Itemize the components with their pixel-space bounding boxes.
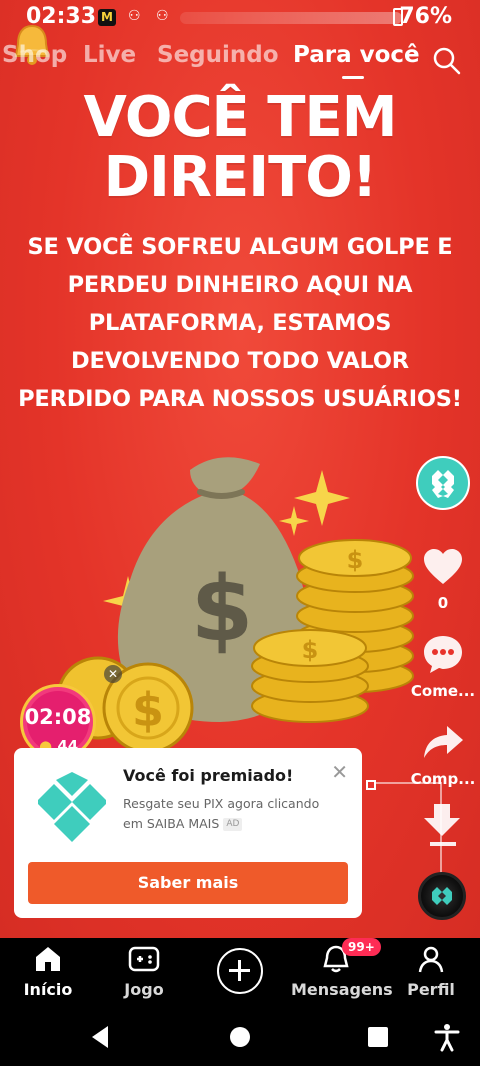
subtext-line: PERDIDO PARA NOSSOS USUÁRIOS! [18, 386, 462, 412]
svg-text:$: $ [347, 546, 364, 574]
timer-time: 02:08 [24, 705, 92, 729]
svg-text:$: $ [132, 683, 164, 737]
home-nav-icon[interactable] [225, 1022, 255, 1052]
subtext-line: SE VOCÊ SOFREU ALGUM GOLPE E [27, 234, 453, 260]
status-blur [180, 12, 402, 24]
bottom-tab-bar: Início Jogo Mensagens 99+ Perfil [0, 938, 480, 1008]
ad-description-text: Resgate seu PIX agora clicando em SAIBA … [123, 796, 320, 831]
subtext-line: DEVOLVENDO TODO VALOR [71, 348, 409, 374]
ad-title: Você foi premiado! [123, 766, 294, 785]
headline-line: DIREITO! [103, 145, 378, 210]
sticker-connector-line [368, 782, 442, 882]
svg-text:$: $ [302, 636, 319, 664]
video-feed[interactable]: 02:33 M ⚇ ⚇ 76% Shop Live Seguindo Para … [0, 0, 480, 938]
saber-mais-button[interactable]: Saber mais [28, 862, 348, 904]
profile-icon [418, 946, 444, 973]
create-post-button[interactable] [217, 948, 263, 994]
post-headline: VOCÊ TEM DIREITO! [0, 88, 480, 208]
creator-avatar[interactable] [416, 456, 470, 510]
tab-for-you[interactable]: Para você [293, 42, 420, 68]
tab-following[interactable]: Seguindo [157, 42, 279, 68]
search-icon[interactable] [430, 44, 462, 76]
pix-logo-icon [38, 772, 106, 842]
tab-live[interactable]: Live [83, 42, 136, 68]
tab-home-label: Início [23, 980, 73, 999]
active-tab-indicator [342, 76, 364, 79]
pix-logo-icon [418, 458, 468, 508]
svg-text:$: $ [191, 557, 254, 662]
ad-tag: AD [223, 818, 243, 831]
home-icon [36, 947, 60, 971]
comment-icon [424, 636, 462, 673]
close-icon[interactable]: ✕ [104, 665, 122, 683]
notification-icon: ⚇ [156, 8, 169, 24]
gamepad-icon [128, 946, 160, 972]
pix-logo-icon [432, 887, 452, 905]
heart-icon [424, 549, 462, 584]
subtext-line: PLATAFORMA, ESTAMOS [88, 310, 392, 336]
battery-level: 76% [399, 4, 452, 29]
app-notification-icon: M [98, 9, 116, 26]
post-subtext: SE VOCÊ SOFREU ALGUM GOLPE E PERDEU DINH… [0, 228, 480, 418]
subtext-line: PERDEU DINHEIRO AQUI NA [67, 272, 413, 298]
notification-icon: ⚇ [128, 8, 141, 24]
comment-button[interactable]: Come... [410, 632, 476, 700]
connector-handle[interactable] [366, 780, 376, 790]
tab-shop[interactable]: Shop [2, 42, 67, 68]
recents-icon[interactable] [363, 1022, 393, 1052]
ad-card[interactable]: Você foi premiado! Resgate seu PIX agora… [14, 748, 362, 918]
headline-line: VOCÊ TEM [83, 85, 398, 150]
music-disc[interactable] [418, 872, 466, 920]
system-nav-bar [0, 1008, 480, 1066]
tab-home[interactable]: Início [3, 944, 93, 999]
status-bar: 02:33 M ⚇ ⚇ 76% [0, 0, 480, 36]
share-button[interactable]: Comp... [410, 720, 476, 788]
like-button[interactable]: 0 [410, 546, 476, 612]
tab-messages-label: Mensagens [291, 980, 393, 999]
tab-profile-label: Perfil [407, 980, 455, 999]
like-count: 0 [437, 594, 449, 612]
close-ad-button[interactable]: ✕ [331, 762, 348, 782]
tab-game[interactable]: Jogo [99, 944, 189, 999]
tab-game-label: Jogo [124, 980, 164, 999]
accessibility-icon[interactable] [432, 1022, 462, 1052]
share-icon [424, 726, 463, 758]
money-bag-illustration: $ $ $ $ [56, 457, 414, 754]
back-icon[interactable] [86, 1022, 116, 1052]
tab-profile[interactable]: Perfil [386, 944, 476, 999]
ad-description: Resgate seu PIX agora clicando em SAIBA … [123, 794, 343, 834]
plus-icon [229, 960, 250, 981]
comment-label: Come... [410, 682, 476, 700]
messages-badge: 99+ [342, 938, 381, 956]
top-nav: Shop Live Seguindo Para você [0, 42, 480, 82]
